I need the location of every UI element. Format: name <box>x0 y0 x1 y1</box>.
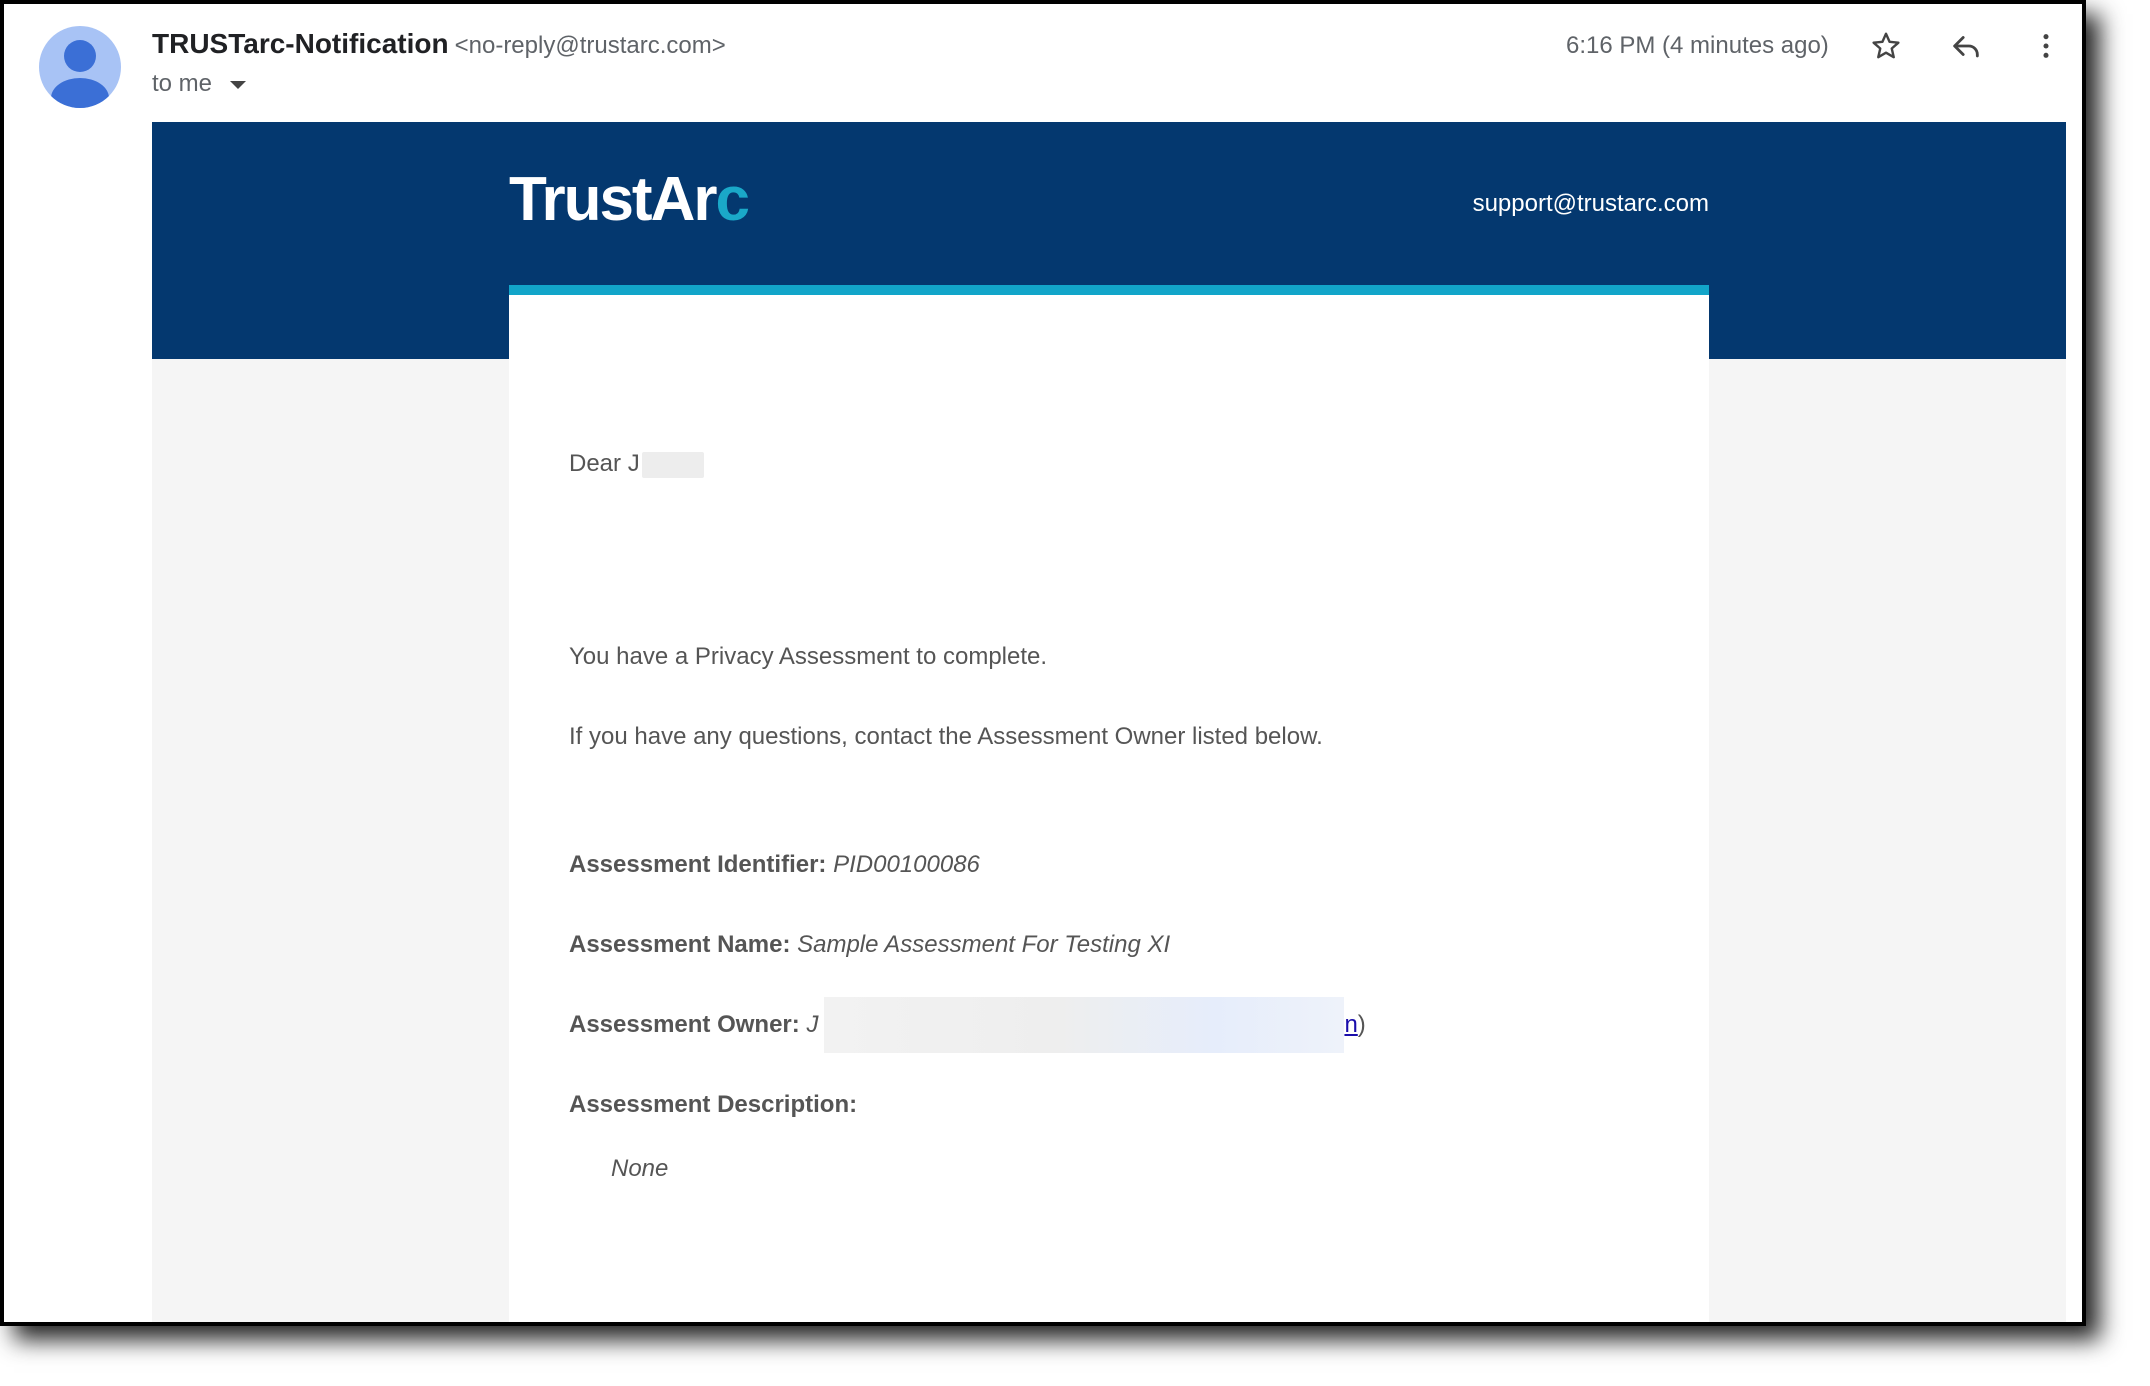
more-vert-icon[interactable] <box>2026 26 2066 66</box>
sender-line: TRUSTarc-Notification <no-reply@trustarc.… <box>152 28 726 60</box>
assessment-description: Assessment Description: <box>569 1091 857 1119</box>
avatar-icon[interactable] <box>39 26 121 108</box>
reply-icon[interactable] <box>1946 26 1986 66</box>
owner-value-start: J <box>806 1011 819 1038</box>
timestamp: 6:16 PM (4 minutes ago) <box>1566 32 1829 59</box>
redacted-owner <box>824 997 1345 1053</box>
owner-email-link[interactable]: n <box>1344 1011 1357 1038</box>
greeting: Dear J <box>569 450 704 478</box>
assessment-identifier: Assessment Identifier: PID00100086 <box>569 851 980 879</box>
identifier-label: Assessment Identifier: <box>569 851 827 878</box>
logo-accent: c <box>715 165 750 234</box>
sender-email: <no-reply@trustarc.com> <box>454 32 726 59</box>
recipient-label: to me <box>152 70 213 97</box>
trustarc-logo: TrustArc <box>509 164 750 235</box>
description-label: Assessment Description: <box>569 1091 858 1118</box>
assessment-owner: Assessment Owner: Jn) <box>569 997 1366 1053</box>
message-card: Dear J You have a Privacy Assessment to … <box>509 285 1709 1322</box>
name-label: Assessment Name: <box>569 931 791 958</box>
owner-label: Assessment Owner: <box>569 1011 800 1038</box>
redacted-name <box>641 451 704 478</box>
chevron-down-icon[interactable] <box>230 81 247 89</box>
contact-line: If you have any questions, contact the A… <box>569 723 1323 750</box>
name-value: Sample Assessment For Testing XI <box>797 931 1171 958</box>
star-icon[interactable] <box>1866 26 1906 66</box>
identifier-value: PID00100086 <box>833 851 980 878</box>
logo-main: TrustAr <box>509 165 717 234</box>
email-window: TRUSTarc-Notification <no-reply@trustarc.… <box>0 0 2086 1326</box>
assessment-name: Assessment Name: Sample Assessment For T… <box>569 931 1170 959</box>
support-email-link[interactable]: support@trustarc.com <box>1473 190 1709 218</box>
avatar-body <box>51 78 109 108</box>
greeting-text: Dear J <box>569 450 640 477</box>
owner-value-end: ) <box>1357 1011 1366 1038</box>
intro-line: You have a Privacy Assessment to complet… <box>569 643 1048 670</box>
description-value: None <box>611 1155 669 1182</box>
avatar-head <box>64 40 96 72</box>
email-body: TrustArc support@trustarc.com Dear J You… <box>152 122 2066 1322</box>
recipient-toggle[interactable]: to me <box>152 70 247 98</box>
sender-name[interactable]: TRUSTarc-Notification <box>152 28 449 59</box>
